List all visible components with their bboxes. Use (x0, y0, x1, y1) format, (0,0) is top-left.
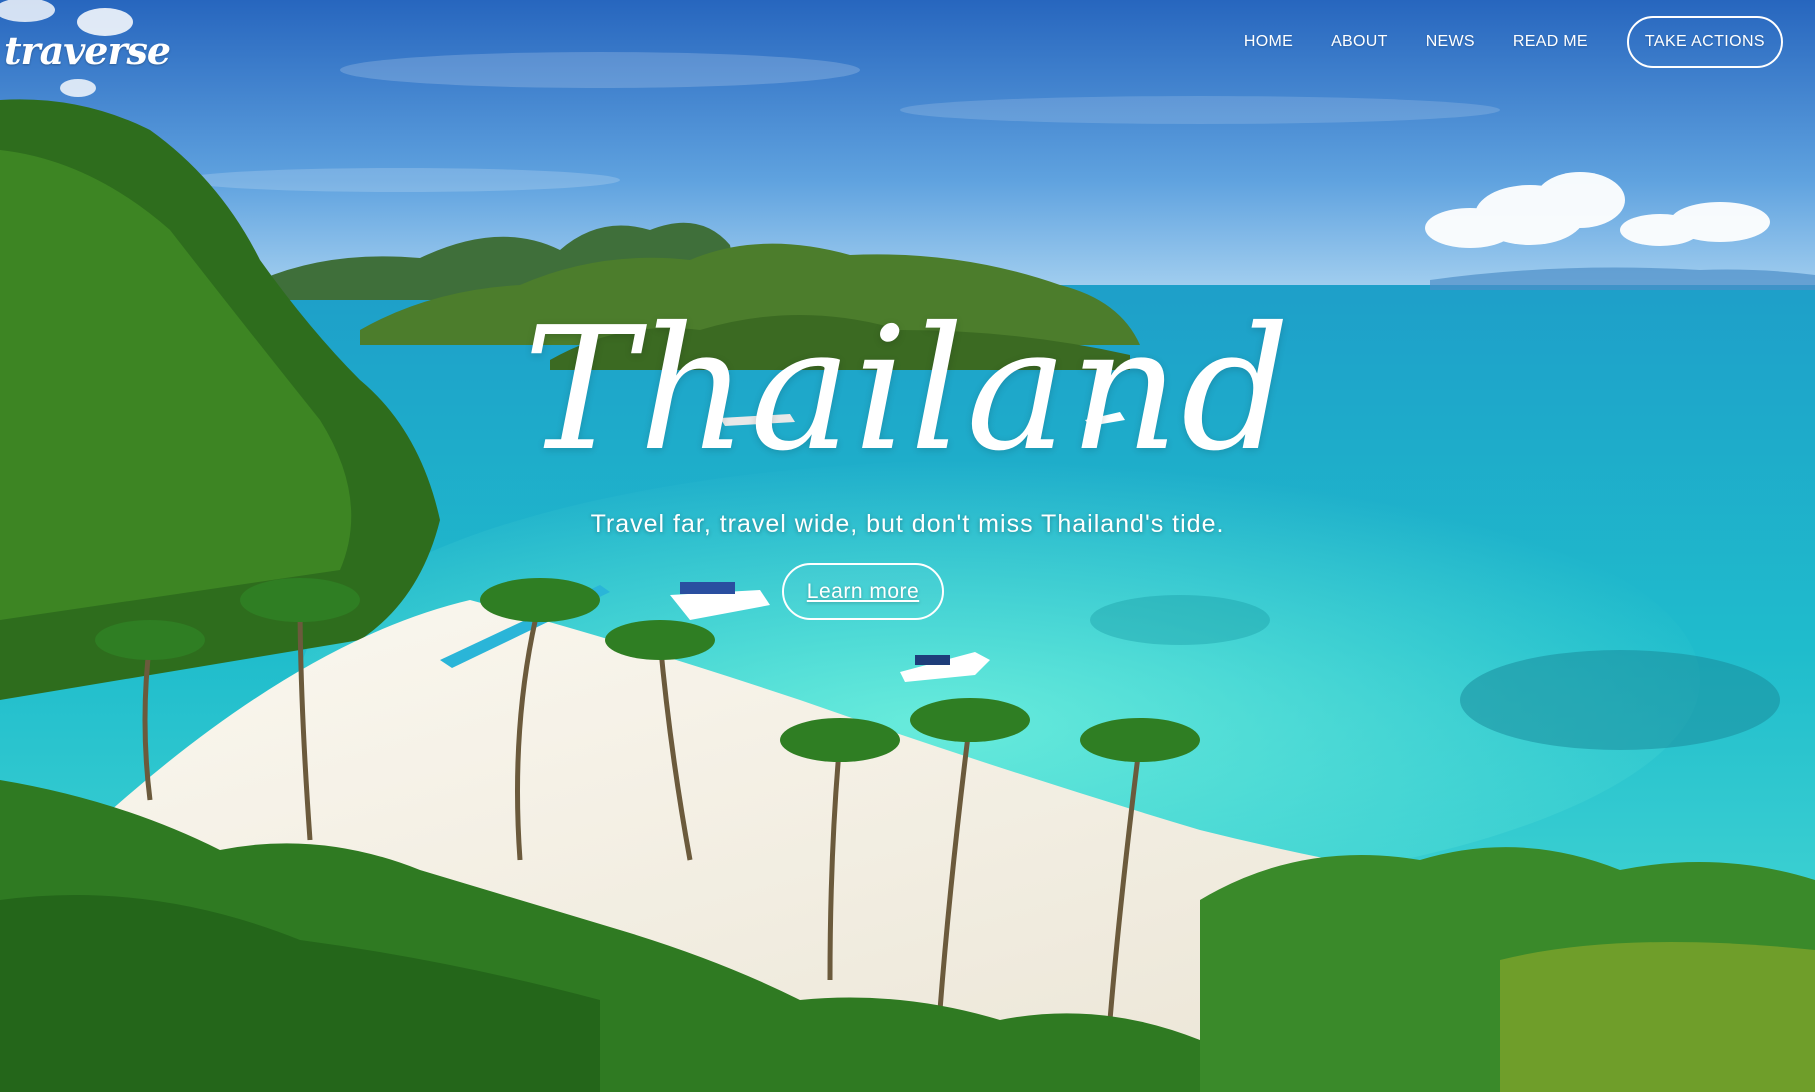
hero-background-image (0, 0, 1815, 1092)
beach-scene-illustration (0, 0, 1815, 1092)
nav-link-home[interactable]: HOME (1244, 33, 1293, 51)
nav-link-news[interactable]: NEWS (1426, 33, 1475, 51)
main-nav: HOME ABOUT NEWS READ ME TAKE ACTIONS (1244, 16, 1783, 68)
hero-title: Thailand (523, 291, 1292, 489)
brand-logo[interactable]: traverse (4, 28, 171, 73)
take-actions-button[interactable]: TAKE ACTIONS (1626, 16, 1783, 68)
nav-link-read-me[interactable]: READ ME (1513, 33, 1588, 51)
nav-link-about[interactable]: ABOUT (1331, 33, 1388, 51)
hero-subtitle: Travel far, travel wide, but don't miss … (590, 510, 1225, 538)
learn-more-button[interactable]: Learn more (782, 563, 944, 620)
